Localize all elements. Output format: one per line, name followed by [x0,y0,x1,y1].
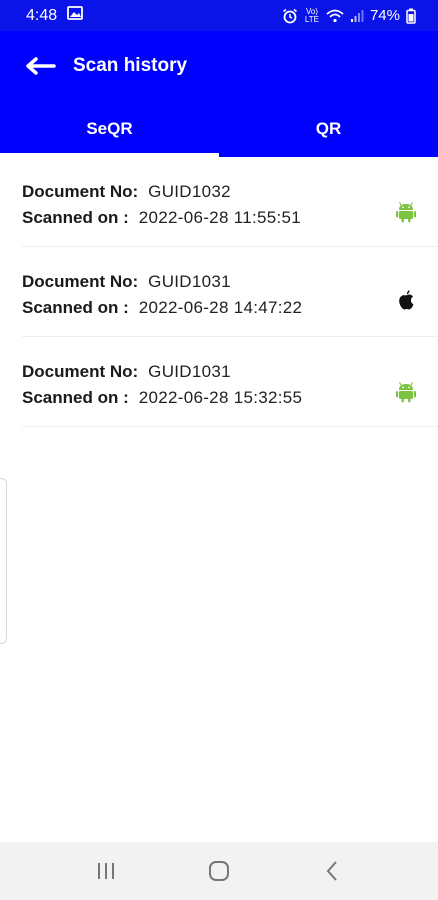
android-icon [396,382,416,403]
scanned-value: 2022-06-28 11:55:51 [138,208,302,227]
scanned-label: Scanned on : [22,298,129,317]
alarm-icon [282,8,298,24]
document-row: Document No: GUID1032 [22,179,438,205]
scanned-row: Scanned on : 2022-06-28 11:55:51 [22,205,438,231]
home-button[interactable] [199,851,239,891]
system-nav-bar [0,842,438,900]
volte-icon: Vo) LTE [304,6,319,24]
list-item[interactable]: Document No: GUID1031 Scanned on : 2022-… [22,247,438,337]
scanned-label: Scanned on : [22,208,129,227]
document-label: Document No: [22,272,139,291]
scanned-value: 2022-06-28 14:47:22 [138,298,303,317]
list-item[interactable]: Document No: GUID1031 Scanned on : 2022-… [22,337,438,427]
scan-history-list: Document No: GUID1032 Scanned on : 2022-… [0,157,438,427]
system-back-button[interactable] [312,851,352,891]
status-time: 4:48 [26,6,58,24]
document-value: GUID1031 [148,272,231,291]
status-bar: 4:48 Vo) LTE 74% [0,0,438,31]
scanned-label: Scanned on : [22,388,129,407]
tab-seqr[interactable]: SeQR [0,101,219,157]
edge-panel-handle[interactable] [0,478,7,644]
signal-icon [350,9,364,23]
battery-percent: 74% [369,7,400,24]
gallery-icon [67,6,84,25]
scanned-row: Scanned on : 2022-06-28 15:32:55 [22,385,438,411]
back-button[interactable] [24,49,58,83]
page-title: Scan history [73,55,188,76]
list-item[interactable]: Document No: GUID1032 Scanned on : 2022-… [22,157,438,247]
android-icon [396,202,416,223]
home-icon [208,861,229,881]
document-label: Document No: [22,362,139,381]
app-bar: Scan history [0,31,438,101]
recent-apps-button[interactable] [86,851,126,891]
scanned-value: 2022-06-28 15:32:55 [138,388,303,407]
wifi-icon [326,9,344,23]
document-value: GUID1031 [148,362,231,381]
battery-icon [406,8,416,24]
tab-bar: SeQR QR [0,101,438,157]
tab-qr[interactable]: QR [219,101,438,157]
apple-icon [399,290,414,310]
document-row: Document No: GUID1031 [22,359,438,385]
document-value: GUID1032 [148,182,231,201]
chevron-left-icon [326,861,337,881]
arrow-left-icon [26,57,56,75]
document-label: Document No: [22,182,139,201]
scanned-row: Scanned on : 2022-06-28 14:47:22 [22,295,438,321]
document-row: Document No: GUID1031 [22,269,438,295]
recent-apps-icon [98,863,115,879]
